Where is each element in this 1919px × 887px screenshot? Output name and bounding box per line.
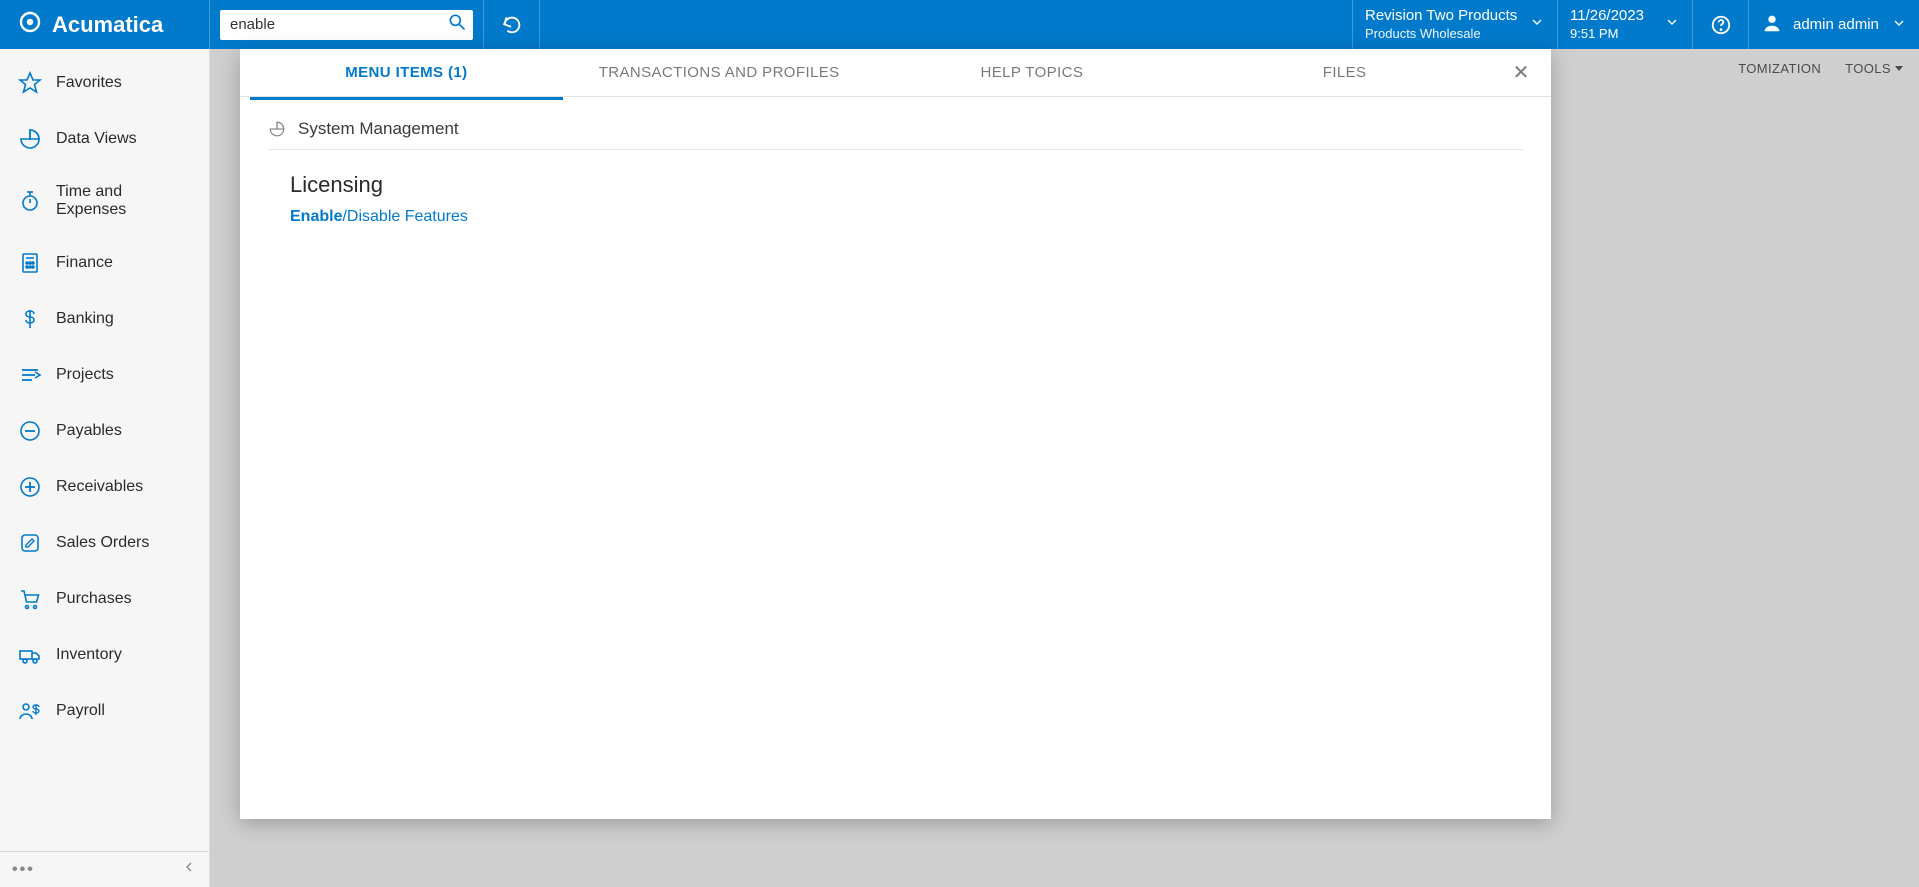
main-area: TOMIZATION TOOLS MENU ITEMS (1) TRANSACT… [210, 49, 1919, 887]
sidebar-item-label: Finance [56, 254, 113, 272]
cart-icon [18, 587, 42, 611]
result-highlight: Enable [290, 208, 342, 225]
sidebar-item-label: Banking [56, 310, 114, 328]
tenant-sub: Products Wholesale [1365, 26, 1521, 42]
sidebar-item-inventory[interactable]: Inventory [0, 627, 209, 683]
customization-menu[interactable]: TOMIZATION [1738, 61, 1821, 76]
minus-circle-icon [18, 419, 42, 443]
search-results-panel: MENU ITEMS (1) TRANSACTIONS AND PROFILES… [240, 49, 1551, 819]
pie-icon [18, 127, 42, 151]
sidebar-item-label: Projects [56, 366, 114, 384]
sidebar-item-finance[interactable]: Finance [0, 235, 209, 291]
sidebar-item-label: Sales Orders [56, 534, 149, 552]
user-name: admin admin [1793, 16, 1881, 33]
date-value: 11/26/2023 [1570, 6, 1656, 26]
sidebar-item-label: Data Views [56, 130, 137, 148]
help-button[interactable] [1693, 0, 1749, 49]
search-input[interactable] [230, 16, 447, 33]
results-body: System Management Licensing Enable/Disab… [240, 97, 1551, 248]
refresh-button[interactable] [484, 0, 540, 49]
sidebar-item-receivables[interactable]: Receivables [0, 459, 209, 515]
sidebar-item-time-expenses[interactable]: Time and Expenses [0, 167, 209, 235]
tab-transactions[interactable]: TRANSACTIONS AND PROFILES [563, 58, 876, 87]
calculator-icon [18, 251, 42, 275]
chevron-down-icon [1664, 14, 1680, 34]
sidebar-item-payroll[interactable]: Payroll [0, 683, 209, 739]
top-actions: TOMIZATION TOOLS [1738, 61, 1903, 76]
sidebar-list: Favorites Data Views Time and Expenses F… [0, 49, 209, 851]
close-panel-button[interactable]: ✕ [1501, 60, 1541, 85]
tab-files[interactable]: FILES [1188, 58, 1501, 87]
tools-label: TOOLS [1845, 61, 1891, 76]
sidebar: Favorites Data Views Time and Expenses F… [0, 49, 210, 887]
sidebar-footer: ••• [0, 851, 209, 887]
star-icon [18, 71, 42, 95]
search-wrap [220, 10, 473, 40]
sidebar-item-purchases[interactable]: Purchases [0, 571, 209, 627]
search-icon[interactable] [447, 12, 467, 37]
chevron-down-icon [1891, 15, 1907, 35]
result-rest: /Disable Features [342, 208, 467, 225]
plus-circle-icon [18, 475, 42, 499]
user-icon [1761, 12, 1783, 38]
sidebar-item-banking[interactable]: Banking [0, 291, 209, 347]
result-category: System Management [268, 119, 1523, 150]
sidebar-item-label: Time and Expenses [56, 183, 191, 219]
layers-icon [18, 363, 42, 387]
user-menu[interactable]: admin admin [1749, 0, 1919, 49]
sidebar-item-label: Purchases [56, 590, 132, 608]
tenant-name: Revision Two Products [1365, 7, 1521, 26]
more-icon[interactable]: ••• [12, 861, 35, 879]
sidebar-item-label: Inventory [56, 646, 122, 664]
pie-icon [268, 120, 286, 138]
collapse-sidebar-button[interactable] [181, 859, 197, 880]
caret-down-icon [1895, 66, 1903, 71]
sidebar-item-projects[interactable]: Projects [0, 347, 209, 403]
time-value: 9:51 PM [1570, 26, 1656, 43]
brand[interactable]: Acumatica [0, 0, 210, 49]
edit-square-icon [18, 531, 42, 555]
sidebar-item-label: Favorites [56, 74, 122, 92]
header-spacer [540, 0, 1353, 49]
tenant-selector[interactable]: Revision Two Products Products Wholesale [1353, 0, 1558, 49]
sidebar-item-favorites[interactable]: Favorites [0, 55, 209, 111]
sidebar-item-data-views[interactable]: Data Views [0, 111, 209, 167]
stopwatch-icon [18, 189, 42, 213]
tab-help-topics[interactable]: HELP TOPICS [876, 58, 1189, 87]
business-date[interactable]: 11/26/2023 9:51 PM [1558, 0, 1693, 49]
sidebar-item-label: Payroll [56, 702, 105, 720]
sidebar-item-payables[interactable]: Payables [0, 403, 209, 459]
sidebar-item-label: Receivables [56, 478, 143, 496]
tools-menu[interactable]: TOOLS [1845, 61, 1903, 76]
sidebar-item-label: Payables [56, 422, 122, 440]
tab-menu-items[interactable]: MENU ITEMS (1) [250, 58, 563, 87]
result-link-enable-disable-features[interactable]: Enable/Disable Features [290, 208, 1523, 226]
search-cell [210, 0, 484, 49]
category-label: System Management [298, 119, 459, 139]
sidebar-item-sales-orders[interactable]: Sales Orders [0, 515, 209, 571]
truck-icon [18, 643, 42, 667]
result-group-title: Licensing [290, 172, 1523, 198]
chevron-down-icon [1529, 14, 1545, 35]
result-tabs: MENU ITEMS (1) TRANSACTIONS AND PROFILES… [240, 49, 1551, 97]
brand-name: Acumatica [52, 12, 163, 38]
brand-icon [18, 10, 42, 40]
people-dollar-icon [18, 699, 42, 723]
dollar-icon [18, 307, 42, 331]
app-header: Acumatica Revision Two Products Products… [0, 0, 1919, 49]
